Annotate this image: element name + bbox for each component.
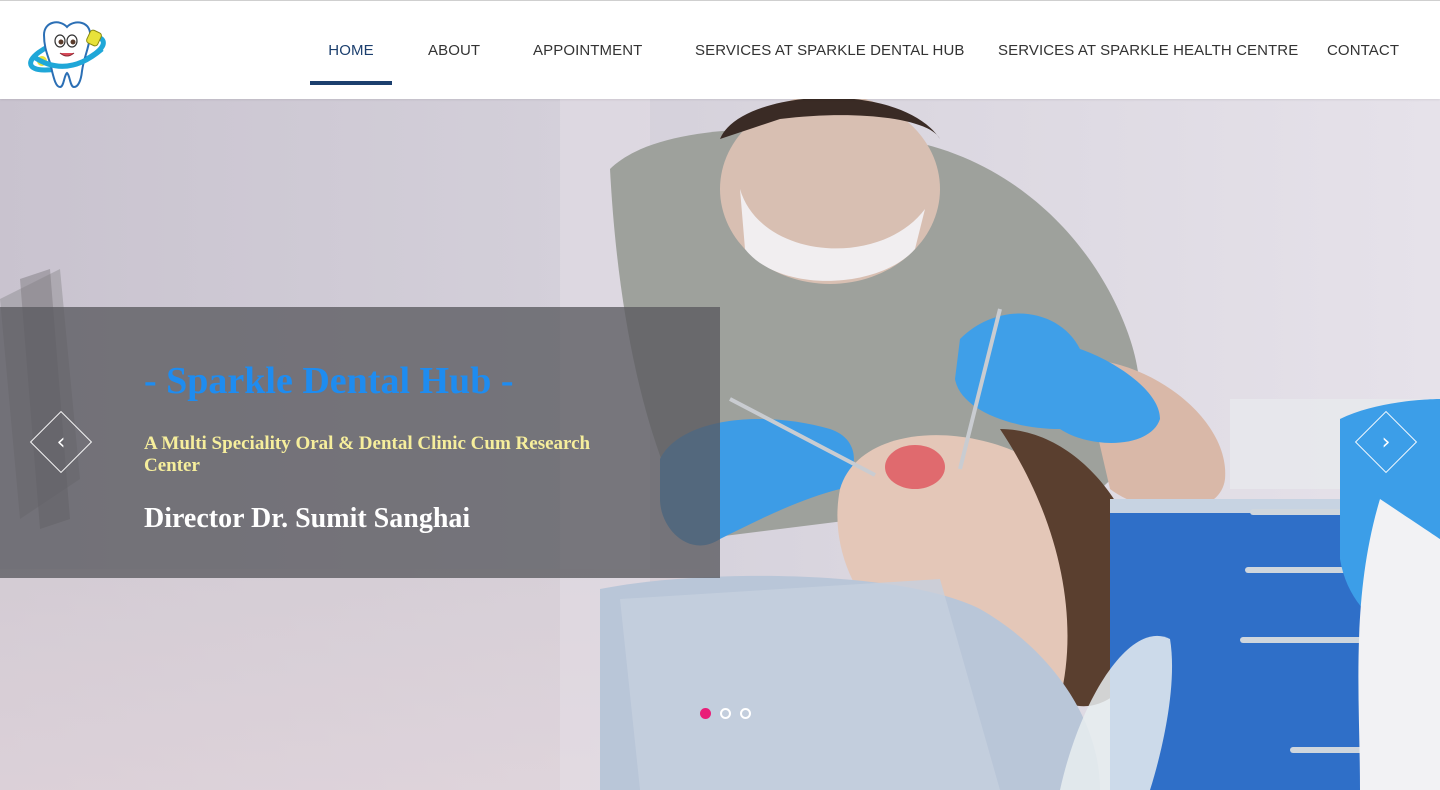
slide-caption: - Sparkle Dental Hub - A Multi Specialit… [0, 307, 720, 578]
slide-dot-2[interactable] [720, 708, 731, 719]
slide-director: Director Dr. Sumit Sanghai [144, 503, 471, 534]
hero-slider: - Sparkle Dental Hub - A Multi Specialit… [0, 99, 1440, 790]
nav-contact[interactable]: CONTACT [1327, 1, 1399, 100]
nav-services-dental-hub[interactable]: SERVICES AT SPARKLE DENTAL HUB [695, 1, 964, 100]
slide-dot-3[interactable] [740, 708, 751, 719]
site-header: HOME ABOUT APPOINTMENT SERVICES AT SPARK… [0, 0, 1440, 99]
slide-title: - Sparkle Dental Hub - [144, 360, 514, 402]
nav-services-health-centre[interactable]: SERVICES AT SPARKLE HEALTH CENTRE [998, 1, 1298, 100]
chevron-left-icon: ‹ [56, 429, 66, 455]
nav-about[interactable]: ABOUT [428, 1, 480, 100]
nav-home[interactable]: HOME [310, 1, 392, 100]
slider-pagination [700, 708, 751, 719]
slide-dot-1[interactable] [700, 708, 711, 719]
slide-subtitle: A Multi Speciality Oral & Dental Clinic … [144, 433, 591, 476]
main-nav: HOME ABOUT APPOINTMENT SERVICES AT SPARK… [0, 1, 1440, 100]
nav-appointment[interactable]: APPOINTMENT [533, 1, 642, 100]
chevron-right-icon: › [1381, 429, 1391, 455]
